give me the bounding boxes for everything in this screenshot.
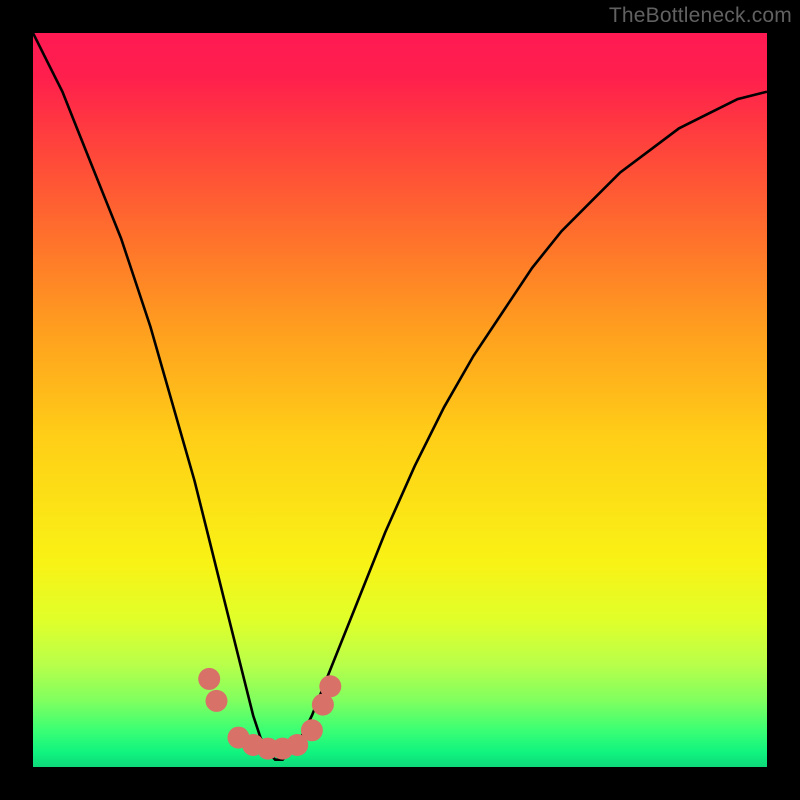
chart-plot-area: [33, 33, 767, 767]
trough-marker: [206, 690, 228, 712]
trough-marker-group: [198, 668, 341, 760]
bottleneck-curve-path: [33, 33, 767, 760]
watermark-text: TheBottleneck.com: [609, 4, 792, 28]
trough-marker: [198, 668, 220, 690]
trough-marker: [301, 719, 323, 741]
trough-marker: [319, 675, 341, 697]
chart-frame: TheBottleneck.com: [0, 0, 800, 800]
chart-svg: [33, 33, 767, 767]
